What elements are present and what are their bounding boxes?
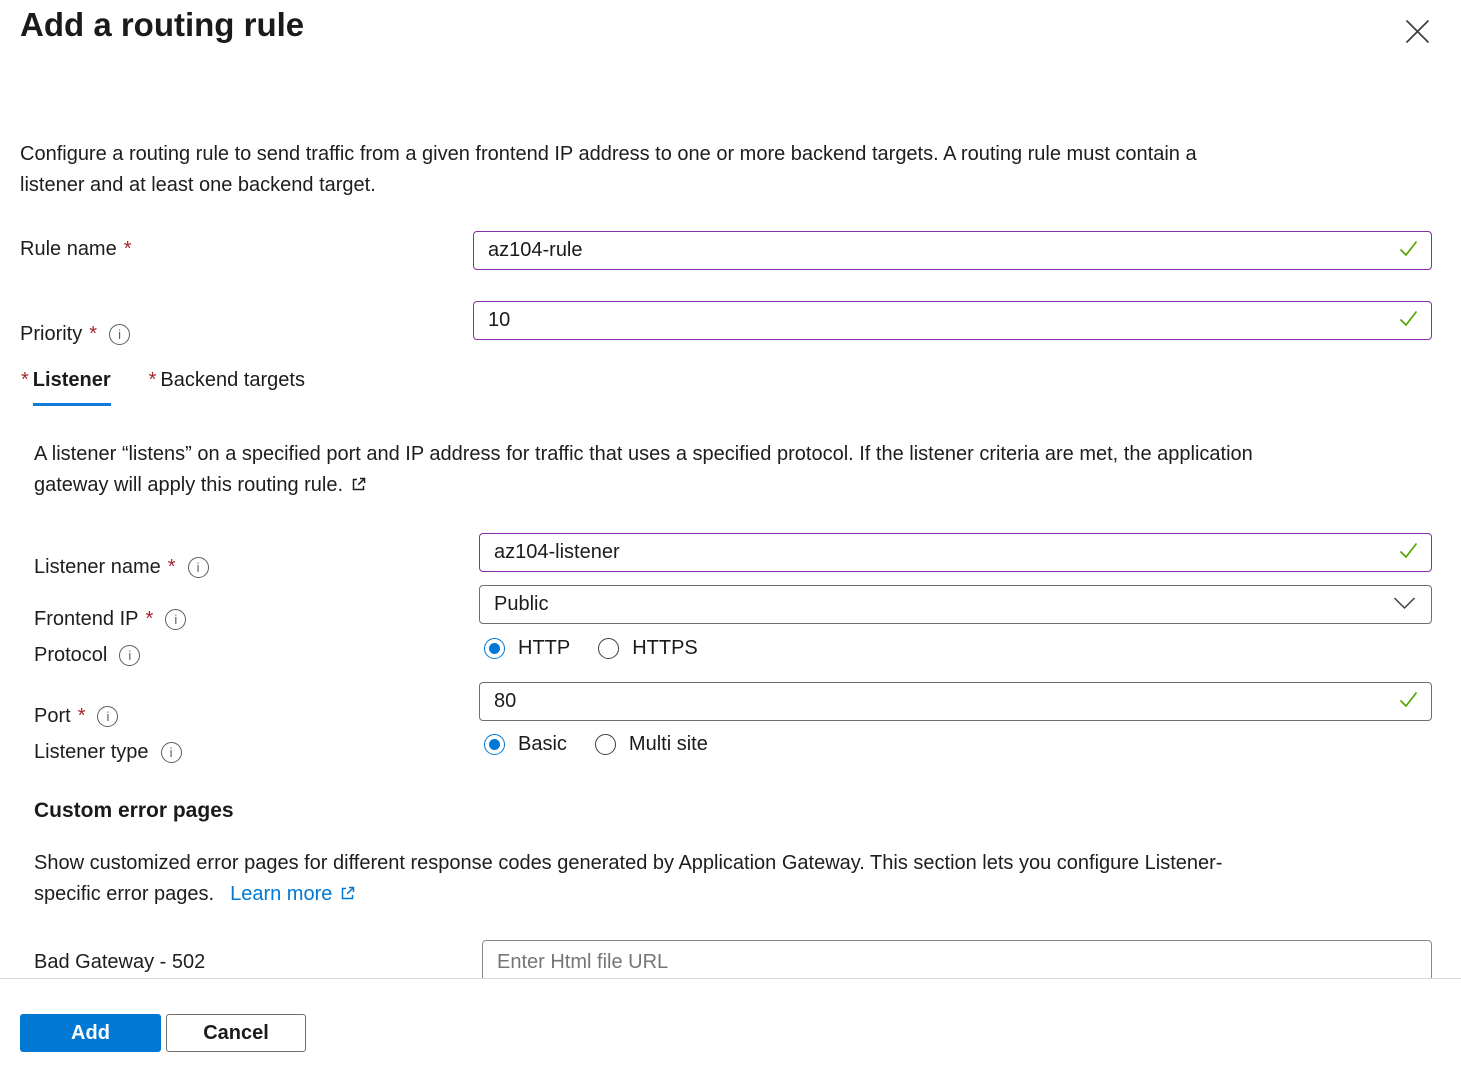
rule-name-field bbox=[473, 231, 1432, 270]
priority-input[interactable] bbox=[474, 302, 1431, 339]
priority-field bbox=[473, 301, 1432, 340]
add-button[interactable]: Add bbox=[20, 1014, 161, 1052]
priority-label: Priority* i bbox=[20, 323, 130, 346]
footer-separator bbox=[0, 978, 1461, 979]
info-icon[interactable]: i bbox=[161, 742, 182, 763]
listener-type-label: Listener type i bbox=[34, 741, 182, 764]
intro-line-2: listener and at least one backend target… bbox=[20, 170, 1420, 201]
info-icon[interactable]: i bbox=[97, 706, 118, 727]
info-icon[interactable]: i bbox=[119, 645, 140, 666]
close-button[interactable] bbox=[1400, 16, 1434, 50]
protocol-label: Protocol i bbox=[34, 644, 140, 667]
port-input[interactable] bbox=[480, 683, 1431, 720]
bad-gateway-url-field bbox=[482, 940, 1432, 978]
frontend-ip-selected-value: Public bbox=[494, 593, 548, 616]
info-icon[interactable]: i bbox=[109, 324, 130, 345]
listener-type-multisite-label: Multi site bbox=[629, 733, 708, 756]
frontend-ip-dropdown[interactable]: Public bbox=[479, 585, 1432, 624]
radio-selected-icon bbox=[484, 638, 505, 659]
error-pages-line-1: Show customized error pages for differen… bbox=[34, 848, 1434, 879]
listener-type-basic-label: Basic bbox=[518, 733, 567, 756]
bad-gateway-502-label: Bad Gateway - 502 bbox=[34, 951, 205, 974]
tab-backend-targets[interactable]: * Backend targets bbox=[149, 369, 305, 406]
chevron-down-icon bbox=[1393, 593, 1416, 616]
dialog-scroll-area: Add a routing rule Configure a routing r… bbox=[0, 0, 1461, 978]
listener-type-radio-group: Basic Multi site bbox=[484, 733, 708, 756]
listener-description-line-2: gateway will apply this routing rule. bbox=[34, 470, 1434, 503]
intro-line-1: Configure a routing rule to send traffic… bbox=[20, 139, 1420, 170]
required-marker: * bbox=[146, 608, 154, 631]
custom-error-pages-heading: Custom error pages bbox=[34, 799, 234, 823]
protocol-http-option[interactable]: HTTP bbox=[484, 637, 570, 660]
protocol-https-label: HTTPS bbox=[632, 637, 698, 660]
protocol-https-option[interactable]: HTTPS bbox=[598, 637, 698, 660]
required-marker: * bbox=[124, 238, 132, 261]
external-link-icon[interactable] bbox=[350, 472, 367, 503]
radio-unselected-icon bbox=[598, 638, 619, 659]
frontend-ip-label: Frontend IP* i bbox=[34, 608, 186, 631]
listener-name-label: Listener name* i bbox=[34, 556, 209, 579]
port-label: Port* i bbox=[34, 705, 118, 728]
radio-selected-icon bbox=[484, 734, 505, 755]
listener-type-multisite-option[interactable]: Multi site bbox=[595, 733, 708, 756]
listener-name-field bbox=[479, 533, 1432, 572]
tab-backend-targets-label: Backend targets bbox=[160, 369, 305, 403]
listener-type-basic-option[interactable]: Basic bbox=[484, 733, 567, 756]
page-title: Add a routing rule bbox=[20, 6, 304, 44]
intro-description: Configure a routing rule to send traffic… bbox=[20, 139, 1420, 201]
protocol-http-label: HTTP bbox=[518, 637, 570, 660]
required-marker: * bbox=[89, 323, 97, 346]
external-link-icon bbox=[339, 881, 356, 912]
port-field bbox=[479, 682, 1432, 721]
required-marker: * bbox=[78, 705, 86, 728]
rule-name-input[interactable] bbox=[474, 232, 1431, 269]
error-pages-line-2: specific error pages.Learn more bbox=[34, 879, 1434, 912]
custom-error-pages-description: Show customized error pages for differen… bbox=[34, 848, 1434, 912]
required-marker: * bbox=[21, 369, 29, 392]
radio-unselected-icon bbox=[595, 734, 616, 755]
info-icon[interactable]: i bbox=[165, 609, 186, 630]
info-icon[interactable]: i bbox=[188, 557, 209, 578]
close-icon bbox=[1404, 18, 1431, 48]
listener-description: A listener “listens” on a specified port… bbox=[34, 439, 1434, 503]
tab-listener[interactable]: * Listener bbox=[21, 369, 111, 406]
rule-name-label: Rule name* bbox=[20, 238, 132, 261]
listener-name-input[interactable] bbox=[480, 534, 1431, 571]
cancel-button[interactable]: Cancel bbox=[166, 1014, 306, 1052]
listener-description-line-1: A listener “listens” on a specified port… bbox=[34, 439, 1434, 470]
rule-tabs: * Listener * Backend targets bbox=[21, 369, 305, 406]
protocol-radio-group: HTTP HTTPS bbox=[484, 637, 698, 660]
required-marker: * bbox=[168, 556, 176, 579]
add-routing-rule-dialog: Add a routing rule Configure a routing r… bbox=[0, 0, 1461, 1067]
required-marker: * bbox=[149, 369, 157, 392]
bad-gateway-url-input[interactable] bbox=[483, 941, 1431, 978]
learn-more-link[interactable]: Learn more bbox=[230, 883, 356, 905]
tab-listener-label: Listener bbox=[33, 369, 111, 406]
